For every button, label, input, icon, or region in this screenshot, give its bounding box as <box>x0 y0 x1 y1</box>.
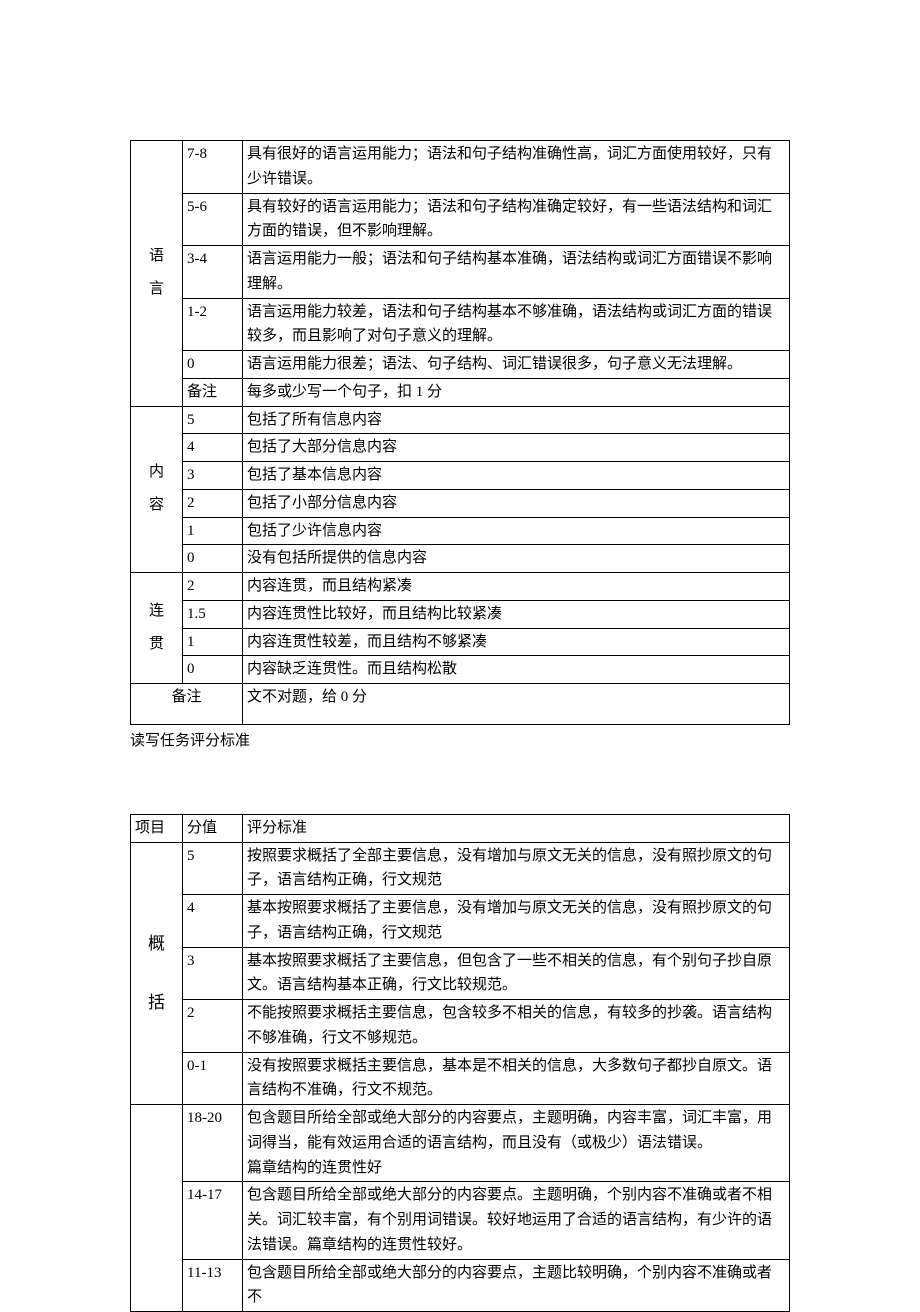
score-cell: 1.5 <box>183 600 243 628</box>
desc-cell: 按照要求概括了全部主要信息，没有增加与原文无关的信息，没有照抄原文的句子，语言结… <box>243 842 790 895</box>
table-row: 0-1 没有按照要求概括主要信息，基本是不相关的信息，大多数句子都抄自原文。语言… <box>131 1052 790 1105</box>
desc-cell: 包含题目所给全部或绝大部分的内容要点，主题比较明确，个别内容不准确或者不 <box>243 1259 790 1312</box>
score-cell: 4 <box>183 434 243 462</box>
rubric-table-2: 项目 分值 评分标准 概 括 5 按照要求概括了全部主要信息，没有增加与原文无关… <box>130 814 790 1312</box>
score-cell: 11-13 <box>183 1259 243 1312</box>
desc-cell: 每多或少写一个句子，扣 1 分 <box>243 378 790 406</box>
table-row: 概 括 5 按照要求概括了全部主要信息，没有增加与原文无关的信息，没有照抄原文的… <box>131 842 790 895</box>
desc-cell: 包括了大部分信息内容 <box>243 434 790 462</box>
header-col-3: 评分标准 <box>243 814 790 842</box>
table-row: 语 言 7-8 具有很好的语言运用能力；语法和句子结构准确性高，词汇方面使用较好… <box>131 141 790 194</box>
table-row-footer: 备注 文不对题，给 0 分 <box>131 684 790 725</box>
table-header-row: 项目 分值 评分标准 <box>131 814 790 842</box>
score-cell: 2 <box>183 573 243 601</box>
score-cell: 1 <box>183 628 243 656</box>
score-cell: 2 <box>183 1000 243 1053</box>
table-row: 0 没有包括所提供的信息内容 <box>131 545 790 573</box>
table-row: 0 语言运用能力很差；语法、句子结构、词汇错误很多，句子意义无法理解。 <box>131 351 790 379</box>
score-cell: 5 <box>183 406 243 434</box>
desc-cell: 包括了所有信息内容 <box>243 406 790 434</box>
score-cell: 7-8 <box>183 141 243 194</box>
table-row: 11-13 包含题目所给全部或绝大部分的内容要点，主题比较明确，个别内容不准确或… <box>131 1259 790 1312</box>
header-col-2: 分值 <box>183 814 243 842</box>
table-row: 内 容 5 包括了所有信息内容 <box>131 406 790 434</box>
table-row: 18-20 包含题目所给全部或绝大部分的内容要点，主题明确，内容丰富，词汇丰富，… <box>131 1105 790 1182</box>
desc-cell: 语言运用能力一般；语法和句子结构基本准确，语法结构或词汇方面错误不影响理解。 <box>243 246 790 299</box>
table-row: 备注 每多或少写一个句子，扣 1 分 <box>131 378 790 406</box>
desc-cell: 没有按照要求概括主要信息，基本是不相关的信息，大多数句子都抄自原文。语言结构不准… <box>243 1052 790 1105</box>
table-row: 连 贯 2 内容连贯，而且结构紧凑 <box>131 573 790 601</box>
desc-cell: 语言运用能力较差，语法和句子结构基本不够准确，语法结构或词汇方面的错误较多，而且… <box>243 298 790 351</box>
caption-text: 读写任务评分标准 <box>130 729 790 750</box>
table-row: 14-17 包含题目所给全部或绝大部分的内容要点。主题明确，个别内容不准确或者不… <box>131 1182 790 1259</box>
desc-cell: 基本按照要求概括了主要信息，没有增加与原文无关的信息，没有照抄原文的句子，语言结… <box>243 895 790 948</box>
score-cell: 2 <box>183 489 243 517</box>
desc-cell: 内容连贯性较差，而且结构不够紧凑 <box>243 628 790 656</box>
category-coherence: 连 贯 <box>131 573 183 684</box>
desc-cell: 内容连贯性比较好，而且结构比较紧凑 <box>243 600 790 628</box>
category-summary: 概 括 <box>131 842 183 1105</box>
score-cell: 0 <box>183 656 243 684</box>
score-cell: 3 <box>183 947 243 1000</box>
table-row: 1 包括了少许信息内容 <box>131 517 790 545</box>
table-row: 4 包括了大部分信息内容 <box>131 434 790 462</box>
desc-cell: 包括了小部分信息内容 <box>243 489 790 517</box>
score-cell: 4 <box>183 895 243 948</box>
desc-cell: 包含题目所给全部或绝大部分的内容要点。主题明确，个别内容不准确或者不相关。词汇较… <box>243 1182 790 1259</box>
table-row: 3 基本按照要求概括了主要信息，但包含了一些不相关的信息，有个别句子抄自原文。语… <box>131 947 790 1000</box>
score-cell: 3 <box>183 462 243 490</box>
category-language: 语 言 <box>131 141 183 407</box>
score-cell: 18-20 <box>183 1105 243 1182</box>
table-row: 1-2 语言运用能力较差，语法和句子结构基本不够准确，语法结构或词汇方面的错误较… <box>131 298 790 351</box>
desc-cell: 具有很好的语言运用能力；语法和句子结构准确性高，词汇方面使用较好，只有少许错误。 <box>243 141 790 194</box>
score-cell: 14-17 <box>183 1182 243 1259</box>
score-cell: 0-1 <box>183 1052 243 1105</box>
rubric-table-1: 语 言 7-8 具有很好的语言运用能力；语法和句子结构准确性高，词汇方面使用较好… <box>130 140 790 725</box>
table-row: 3 包括了基本信息内容 <box>131 462 790 490</box>
desc-cell: 语言运用能力很差；语法、句子结构、词汇错误很多，句子意义无法理解。 <box>243 351 790 379</box>
score-cell: 备注 <box>183 378 243 406</box>
desc-cell: 内容缺乏连贯性。而且结构松散 <box>243 656 790 684</box>
footer-text: 文不对题，给 0 分 <box>243 684 790 725</box>
score-cell: 0 <box>183 545 243 573</box>
table-row: 3-4 语言运用能力一般；语法和句子结构基本准确，语法结构或词汇方面错误不影响理… <box>131 246 790 299</box>
desc-cell: 没有包括所提供的信息内容 <box>243 545 790 573</box>
desc-cell: 包括了少许信息内容 <box>243 517 790 545</box>
footer-label: 备注 <box>131 684 243 725</box>
table-row: 2 包括了小部分信息内容 <box>131 489 790 517</box>
table-row: 1.5 内容连贯性比较好，而且结构比较紧凑 <box>131 600 790 628</box>
desc-cell: 基本按照要求概括了主要信息，但包含了一些不相关的信息，有个别句子抄自原文。语言结… <box>243 947 790 1000</box>
category-writing-empty <box>131 1105 183 1312</box>
table-row: 2 不能按照要求概括主要信息，包含较多不相关的信息，有较多的抄袭。语言结构不够准… <box>131 1000 790 1053</box>
desc-cell: 包含题目所给全部或绝大部分的内容要点，主题明确，内容丰富，词汇丰富，用词得当，能… <box>243 1105 790 1182</box>
score-cell: 5 <box>183 842 243 895</box>
desc-cell: 内容连贯，而且结构紧凑 <box>243 573 790 601</box>
table-row: 1 内容连贯性较差，而且结构不够紧凑 <box>131 628 790 656</box>
desc-cell: 包括了基本信息内容 <box>243 462 790 490</box>
score-cell: 0 <box>183 351 243 379</box>
header-col-1: 项目 <box>131 814 183 842</box>
score-cell: 1 <box>183 517 243 545</box>
desc-cell: 不能按照要求概括主要信息，包含较多不相关的信息，有较多的抄袭。语言结构不够准确，… <box>243 1000 790 1053</box>
score-cell: 5-6 <box>183 193 243 246</box>
table-row: 5-6 具有较好的语言运用能力；语法和句子结构准确定较好，有一些语法结构和词汇方… <box>131 193 790 246</box>
table-row: 4 基本按照要求概括了主要信息，没有增加与原文无关的信息，没有照抄原文的句子，语… <box>131 895 790 948</box>
score-cell: 1-2 <box>183 298 243 351</box>
score-cell: 3-4 <box>183 246 243 299</box>
table-row: 0 内容缺乏连贯性。而且结构松散 <box>131 656 790 684</box>
desc-cell: 具有较好的语言运用能力；语法和句子结构准确定较好，有一些语法结构和词汇方面的错误… <box>243 193 790 246</box>
category-content: 内 容 <box>131 406 183 573</box>
